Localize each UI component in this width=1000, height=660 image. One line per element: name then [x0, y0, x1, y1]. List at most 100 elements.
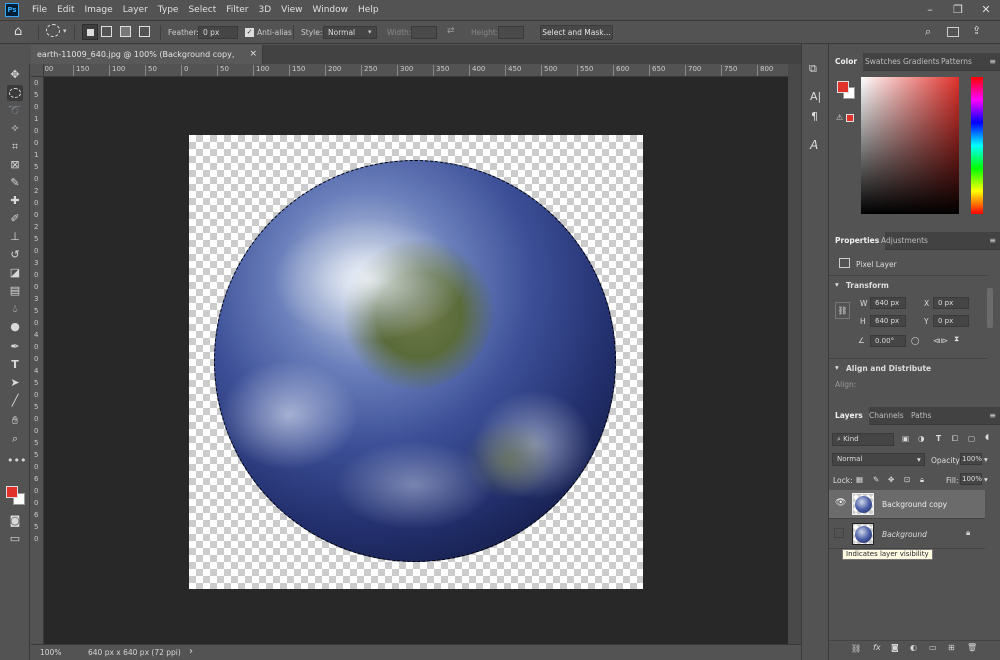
- add-mask-icon[interactable]: ◙: [891, 643, 899, 652]
- color-picker-field[interactable]: [861, 77, 959, 214]
- layer-name[interactable]: Background copy: [882, 500, 947, 509]
- type-tool-icon[interactable]: T: [7, 357, 23, 373]
- eyedropper-tool-icon[interactable]: ✎: [7, 175, 23, 191]
- tab-patterns[interactable]: Patterns: [935, 53, 978, 71]
- filter-adjustment-icon[interactable]: ◑: [918, 434, 925, 443]
- frame-tool-icon[interactable]: ⊠: [7, 157, 23, 173]
- horizontal-ruler[interactable]: 200 150 100 50 0 50 100 150 200 250 300 350 400 450 50…: [31, 64, 788, 77]
- share-icon[interactable]: ⇪: [972, 24, 981, 37]
- blend-mode-select[interactable]: Normal: [832, 453, 925, 466]
- pen-tool-icon[interactable]: ✒: [7, 339, 23, 355]
- zoom-level[interactable]: 100%: [40, 648, 61, 657]
- height-input[interactable]: [498, 26, 524, 39]
- paragraph-panel-icon[interactable]: ¶: [811, 110, 818, 123]
- minimize-icon[interactable]: –: [916, 0, 944, 21]
- subtract-from-selection-icon[interactable]: [120, 26, 131, 37]
- tab-paths[interactable]: Paths: [905, 407, 937, 425]
- flip-horizontal-icon[interactable]: ⧏⧐: [933, 336, 948, 345]
- gradient-tool-icon[interactable]: ▤: [7, 283, 23, 299]
- delete-layer-icon[interactable]: 🗑︎: [967, 643, 977, 652]
- width-field[interactable]: 640 px: [870, 297, 906, 309]
- panel-menu-icon[interactable]: ≡: [989, 411, 996, 420]
- fill-field[interactable]: 100%: [960, 473, 982, 485]
- angle-dial-icon[interactable]: ◯: [911, 336, 919, 345]
- vertical-ruler[interactable]: 0 5 0 1 0 0 1 5 0 2 0 0 2 5 0 3 0 0 3 5 0 4 0 0 4 5 0 5 0 0 5 5 0 6 0 0 6 5 0: [31, 77, 44, 644]
- close-tab-icon[interactable]: ×: [249, 45, 257, 64]
- adjustment-layer-icon[interactable]: ◐: [910, 643, 917, 652]
- tab-channels[interactable]: Channels: [863, 407, 910, 425]
- menu-help[interactable]: Help: [353, 0, 384, 21]
- history-panel-icon[interactable]: ⧉: [809, 62, 817, 76]
- ruler-origin[interactable]: [31, 64, 44, 77]
- status-menu-icon[interactable]: ›: [189, 646, 193, 657]
- swap-icon[interactable]: ⇄: [447, 26, 455, 36]
- glyphs-panel-icon[interactable]: A: [810, 138, 818, 152]
- feather-input[interactable]: 0 px: [198, 26, 238, 39]
- panel-menu-icon[interactable]: ≡: [989, 236, 996, 245]
- line-tool-icon[interactable]: ╱: [7, 393, 23, 409]
- hand-tool-icon[interactable]: ✋︎: [7, 413, 23, 429]
- close-window-icon[interactable]: ✕: [972, 0, 1000, 21]
- filter-kind-select[interactable]: ⌕ Kind: [832, 433, 894, 446]
- layer-row[interactable]: Background 🔒︎: [829, 520, 985, 549]
- menu-select[interactable]: Select: [183, 0, 221, 21]
- lock-position-icon[interactable]: ✥: [888, 475, 894, 484]
- brush-tool-icon[interactable]: ✐: [7, 211, 23, 227]
- chevron-down-icon[interactable]: ▾: [63, 27, 67, 35]
- tab-adjustments[interactable]: Adjustments: [875, 232, 934, 250]
- visibility-toggle[interactable]: [834, 528, 844, 538]
- menu-filter[interactable]: Filter: [221, 0, 253, 21]
- lock-transparent-icon[interactable]: ▦: [856, 475, 863, 484]
- search-icon[interactable]: ⌕: [925, 25, 931, 39]
- dodge-tool-icon[interactable]: ●: [7, 319, 23, 335]
- antialias-checkbox[interactable]: ✓: [245, 28, 254, 37]
- healing-brush-tool-icon[interactable]: ✚: [7, 193, 23, 209]
- move-tool-icon[interactable]: ✥: [7, 67, 23, 83]
- tab-color[interactable]: Color: [829, 53, 864, 71]
- history-brush-tool-icon[interactable]: ↺: [7, 247, 23, 263]
- foreground-color-swatch[interactable]: [6, 486, 18, 498]
- workspace-icon[interactable]: [947, 27, 959, 37]
- crop-tool-icon[interactable]: ⌗: [7, 139, 23, 155]
- home-icon[interactable]: ⌂: [14, 24, 22, 39]
- layer-row[interactable]: 👁︎ Background copy: [829, 490, 985, 519]
- menu-type[interactable]: Type: [153, 0, 184, 21]
- add-to-selection-icon[interactable]: [101, 26, 112, 37]
- align-section-toggle[interactable]: ▾: [835, 363, 839, 372]
- document-tab[interactable]: earth-11009_640.jpg @ 100% (Background c…: [31, 45, 263, 78]
- path-selection-tool-icon[interactable]: ➤: [7, 375, 23, 391]
- visibility-eye-icon[interactable]: 👁︎: [835, 498, 846, 508]
- filter-type-icon[interactable]: T: [936, 434, 941, 443]
- menu-window[interactable]: Window: [308, 0, 354, 21]
- layer-style-icon[interactable]: fx: [873, 643, 881, 652]
- angle-field[interactable]: 0.00°: [870, 335, 906, 347]
- lasso-tool-icon[interactable]: ➰: [7, 103, 23, 119]
- layer-name[interactable]: Background: [882, 530, 927, 539]
- more-tools-icon[interactable]: •••: [7, 453, 26, 469]
- filter-pixel-icon[interactable]: ▣: [902, 434, 909, 443]
- select-and-mask-button[interactable]: Select and Mask...: [540, 25, 613, 40]
- lock-image-icon[interactable]: ✎: [873, 475, 879, 484]
- intersect-selection-icon[interactable]: [139, 26, 150, 37]
- elliptical-marquee-preset-icon[interactable]: [46, 24, 60, 37]
- screen-mode-icon[interactable]: ▭: [7, 531, 23, 547]
- opacity-field[interactable]: 100%: [960, 453, 982, 465]
- menu-edit[interactable]: Edit: [52, 0, 79, 21]
- menu-layer[interactable]: Layer: [118, 0, 153, 21]
- elliptical-marquee-tool-icon[interactable]: [7, 85, 23, 101]
- blur-tool-icon[interactable]: 💧︎: [7, 301, 23, 317]
- eraser-tool-icon[interactable]: ◪: [7, 265, 23, 281]
- new-layer-icon[interactable]: ⊞: [948, 643, 955, 652]
- new-selection-icon[interactable]: [82, 24, 98, 40]
- link-proportions-icon[interactable]: ⛓︎: [835, 302, 850, 319]
- maximize-icon[interactable]: ❐: [944, 0, 972, 21]
- filter-smart-object-icon[interactable]: ▢: [968, 434, 975, 443]
- vertical-scrollbar[interactable]: [788, 64, 801, 644]
- height-field[interactable]: 640 px: [870, 315, 906, 327]
- filter-shape-icon[interactable]: ⧠: [952, 434, 958, 444]
- menu-view[interactable]: View: [276, 0, 307, 21]
- character-panel-icon[interactable]: A|: [810, 90, 821, 103]
- link-layers-icon[interactable]: ⛓︎: [851, 644, 861, 653]
- properties-scrollbar[interactable]: [987, 288, 993, 328]
- panel-menu-icon[interactable]: ≡: [989, 57, 996, 66]
